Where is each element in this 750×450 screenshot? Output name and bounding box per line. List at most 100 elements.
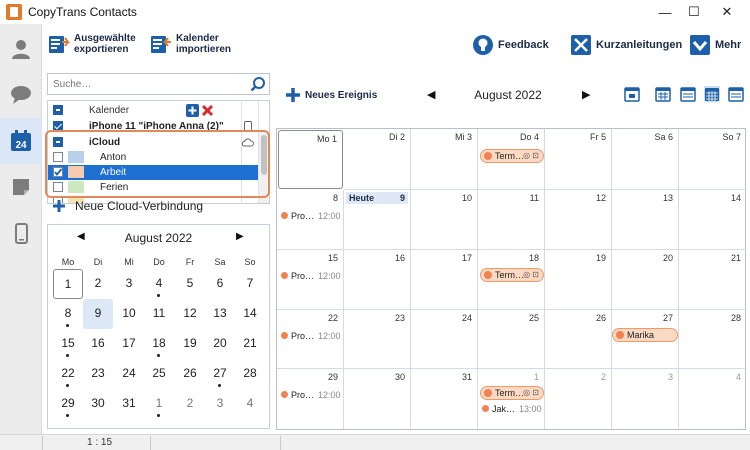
maximize-button[interactable]: ☐ (677, 0, 711, 24)
event-item[interactable]: Jak… 13:00 (482, 403, 542, 415)
mini-day[interactable]: 18 (144, 329, 174, 359)
mini-day[interactable]: 11 (144, 299, 174, 329)
mini-day[interactable]: 13 (205, 299, 235, 329)
mini-day[interactable]: 23 (83, 359, 113, 389)
sidebar-item-messages[interactable] (0, 72, 42, 118)
more-button[interactable]: Mehr (689, 34, 741, 56)
mini-day[interactable]: 15 (53, 329, 83, 359)
select-all-checkbox[interactable] (53, 105, 63, 115)
mini-day[interactable]: 28 (235, 359, 265, 389)
calendar-item-ferien[interactable]: Ferien (48, 180, 269, 195)
mini-day[interactable]: 7 (235, 269, 265, 299)
scrollbar-thumb[interactable] (261, 135, 267, 175)
calendar-item-anton[interactable]: Anton (48, 150, 269, 165)
day-cell[interactable]: Mo 1 (278, 130, 343, 189)
day-cell[interactable]: 22 Pro… 12:00 (277, 310, 344, 369)
mini-day[interactable]: 22 (53, 359, 83, 389)
day-cell[interactable]: 29 Pro… 12:00 (277, 369, 344, 429)
day-cell[interactable]: 4 (679, 369, 746, 429)
event-pill[interactable]: Marika (612, 328, 678, 342)
view-week-icon[interactable] (655, 86, 671, 102)
event-item[interactable]: Pro… 12:00 (281, 270, 341, 282)
new-event-button[interactable]: Neues Ereignis (285, 87, 377, 103)
icloud-row[interactable]: iCloud (48, 135, 269, 150)
next-month-button[interactable]: ▶ (236, 231, 244, 242)
sidebar-item-devices[interactable] (0, 210, 42, 256)
day-cell[interactable]: 8 Pro… 12:00 (277, 190, 344, 250)
day-cell[interactable]: 31 (411, 369, 478, 429)
day-cell[interactable]: Do 4 Term… ◎ ⊡ (478, 129, 545, 190)
day-cell[interactable]: 16 (344, 250, 411, 310)
quick-guides-button[interactable]: Kurzanleitungen (570, 34, 682, 56)
feedback-button[interactable]: Feedback (472, 34, 549, 56)
calendar-item-arbeit[interactable]: Arbeit (48, 165, 258, 180)
view-month-icon[interactable] (704, 86, 720, 102)
day-cell[interactable]: 19 (545, 250, 612, 310)
day-cell[interactable]: So 7 (679, 129, 746, 190)
new-cloud-connection-button[interactable]: Neue Cloud-Verbindung (52, 199, 203, 213)
mini-day[interactable]: 19 (175, 329, 205, 359)
scrollbar[interactable] (259, 131, 269, 203)
icloud-checkbox[interactable] (53, 137, 63, 147)
mini-day[interactable]: 2 (83, 269, 113, 299)
day-cell[interactable]: 21 (679, 250, 746, 310)
event-pill[interactable]: Term… ◎ ⊡ (480, 268, 544, 282)
mini-day[interactable]: 21 (235, 329, 265, 359)
day-cell[interactable]: 11 (478, 190, 545, 250)
day-cell[interactable]: 1 Term… ◎ ⊡ Jak… 13:00 (478, 369, 545, 429)
mini-day[interactable]: 3 (114, 269, 144, 299)
mini-day[interactable]: 17 (114, 329, 144, 359)
mini-day[interactable]: 8 (53, 299, 83, 329)
day-cell[interactable]: 28 (679, 310, 746, 369)
day-cell[interactable]: 30 (344, 369, 411, 429)
add-calendar-icon[interactable] (186, 104, 199, 117)
device-row[interactable]: iPhone 11 "iPhone Anna (2)" (48, 119, 269, 134)
sidebar-item-calendar[interactable]: 24 (0, 118, 42, 164)
mini-day[interactable]: 3 (205, 389, 235, 419)
prev-month-button[interactable]: ◀ (427, 88, 435, 101)
day-cell[interactable]: 15 Pro… 12:00 (277, 250, 344, 310)
day-cell[interactable]: Sa 6 (612, 129, 679, 190)
view-year-icon[interactable] (728, 86, 744, 102)
mini-day[interactable]: 16 (83, 329, 113, 359)
mini-day[interactable]: 24 (114, 359, 144, 389)
mini-day[interactable]: 1 (53, 269, 83, 299)
search-input[interactable] (48, 74, 243, 94)
event-item[interactable]: Pro… 12:00 (281, 330, 341, 342)
day-cell[interactable]: Di 2 (344, 129, 411, 190)
mini-day[interactable]: 14 (235, 299, 265, 329)
event-item[interactable]: Pro… 12:00 (281, 389, 341, 401)
event-pill[interactable]: Term… ◎ ⊡ (480, 149, 544, 163)
calendar-checkbox[interactable] (53, 182, 63, 192)
mini-day[interactable]: 25 (144, 359, 174, 389)
mini-day[interactable]: 12 (175, 299, 205, 329)
day-cell[interactable]: 10 (411, 190, 478, 250)
next-month-button[interactable]: ▶ (582, 88, 590, 101)
day-cell[interactable]: 13 (612, 190, 679, 250)
mini-day[interactable]: 30 (83, 389, 113, 419)
day-cell[interactable]: 27 Marika (612, 310, 679, 369)
day-cell[interactable]: 2 (545, 369, 612, 429)
day-cell[interactable]: 12 (545, 190, 612, 250)
day-cell[interactable]: Fr 5 (545, 129, 612, 190)
mini-day[interactable]: 5 (175, 269, 205, 299)
event-pill[interactable]: Term… ◎ ⊡ (480, 386, 544, 400)
day-cell[interactable]: 20 (612, 250, 679, 310)
mini-day[interactable]: 27 (205, 359, 235, 389)
delete-calendar-icon[interactable] (201, 104, 214, 117)
calendar-checkbox[interactable] (53, 167, 63, 177)
day-cell[interactable]: 14 (679, 190, 746, 250)
mini-day[interactable]: 10 (114, 299, 144, 329)
mini-day[interactable]: 26 (175, 359, 205, 389)
calendar-checkbox[interactable] (53, 152, 63, 162)
day-cell[interactable]: 3 (612, 369, 679, 429)
mini-day[interactable]: 6 (205, 269, 235, 299)
sidebar-item-notes[interactable] (0, 164, 42, 210)
day-cell[interactable]: Heute 9 (344, 190, 411, 250)
day-cell[interactable]: 24 (411, 310, 478, 369)
mini-day[interactable]: 20 (205, 329, 235, 359)
import-calendar-button[interactable]: Kalender importieren (150, 33, 231, 55)
export-selected-button[interactable]: Ausgewählte exportieren (48, 33, 136, 55)
day-cell[interactable]: Mi 3 (411, 129, 478, 190)
mini-day[interactable]: 1 (144, 389, 174, 419)
